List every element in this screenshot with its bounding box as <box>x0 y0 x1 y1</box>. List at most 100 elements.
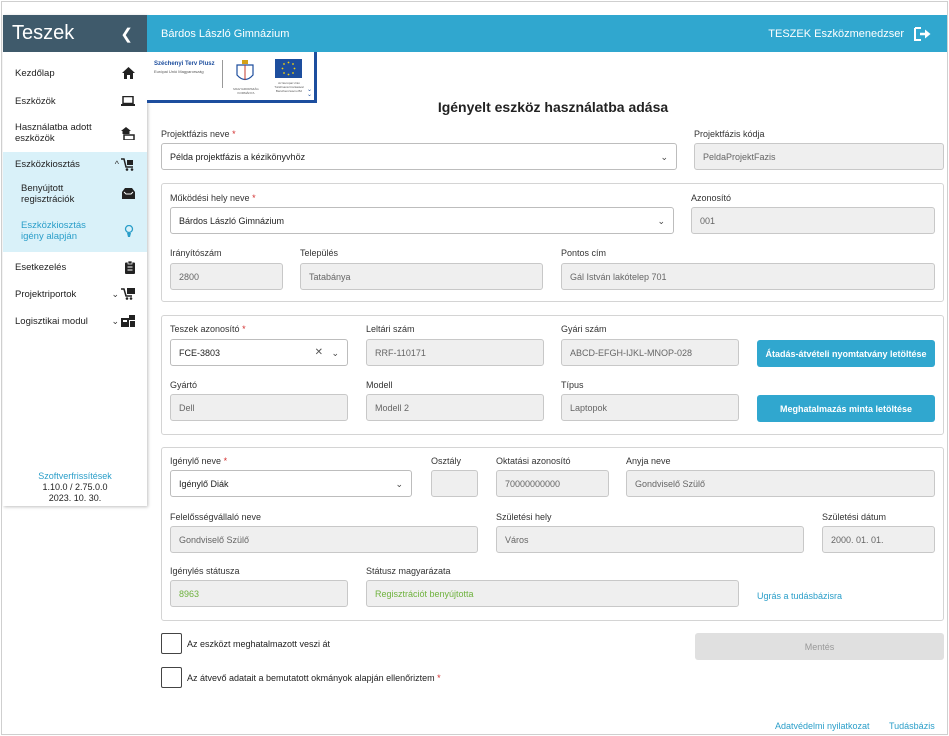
verified-checkbox[interactable] <box>161 667 182 688</box>
zip-label: Irányítószám <box>170 248 222 258</box>
birthdate-field: 2000. 01. 01. <box>822 526 935 553</box>
download-authorization-button[interactable]: Meghatalmazás minta letöltése <box>757 395 935 422</box>
sidebar-item-label: Használatba adott eszközök <box>15 122 92 144</box>
sidebar-item-eszkozkiosztas[interactable]: Eszközkiosztás ^ <box>3 152 147 177</box>
site-id-field: 001 <box>691 207 935 234</box>
type-value: Laptopok <box>570 402 608 413</box>
request-status-value: 8963 <box>179 588 200 599</box>
privacy-link[interactable]: Adatvédelmi nyilatkozat <box>775 721 870 731</box>
logistics-icon <box>121 315 135 327</box>
address-value: Gál István lakótelep 701 <box>570 271 667 282</box>
clear-icon[interactable]: ✕ <box>315 347 323 358</box>
sidebar-item-label: Projektriportok <box>15 288 77 300</box>
top-bar: Bárdos László Gimnázium TESZEK Eszközmen… <box>147 15 947 52</box>
guardian-field: Gondviselő Szülő <box>170 526 478 553</box>
maker-value: Dell <box>179 402 195 413</box>
page-title: Igényelt eszköz használatba adása <box>437 99 669 115</box>
site-name-select[interactable]: Bárdos László Gimnázium ⌄ <box>170 207 674 234</box>
version-text: 1.10.0 / 2.75.0.0 <box>42 482 108 492</box>
report-icon <box>121 288 135 300</box>
sidebar-item-hasznalatba-adott[interactable]: Használatba adott eszközök <box>3 120 147 146</box>
project-phase-value: Példa projektfázis a kézikönyvhöz <box>170 151 306 162</box>
sidebar-item-label: Esetkezelés <box>15 261 67 273</box>
project-code-label: Projektfázis kódja <box>694 129 765 139</box>
requester-name-select[interactable]: Igénylő Diák ⌄ <box>170 470 412 497</box>
edu-id-value: 70000000000 <box>505 478 561 489</box>
status-desc-label: Státusz magyarázata <box>366 566 451 576</box>
maker-label: Gyártó <box>170 380 198 390</box>
sidebar-item-logisztikai[interactable]: Logisztikai modul ⌄ <box>3 312 147 330</box>
app-window: Teszek ❮ Kezdőlap Eszközök Használatba a… <box>1 1 948 735</box>
city-field: Tatabánya <box>300 263 543 290</box>
software-updates-link[interactable]: Szoftverfrissítések <box>3 471 147 482</box>
guardian-label: Felelősségvállaló neve <box>170 512 262 522</box>
teszek-id-select[interactable]: FCE-3803 ✕ ⌄ <box>170 339 348 366</box>
status-desc-field: Regisztrációt benyújtotta <box>366 580 739 607</box>
inbox-icon <box>122 188 135 199</box>
szechenyi-logo-text: Széchenyi Terv Plusz <box>154 61 215 67</box>
birthdate-label: Születési dátum <box>822 512 887 522</box>
download-handover-form-button[interactable]: Átadás-átvételi nyomtatvány letöltése <box>757 340 935 367</box>
inventory-label: Leltári szám <box>366 324 415 334</box>
sidebar-item-label: Eszközkiosztás <box>15 159 80 170</box>
sidebar-header: Teszek ❮ <box>3 15 147 52</box>
model-label: Modell <box>366 380 393 390</box>
sidebar-item-kezdolap[interactable]: Kezdőlap <box>3 64 147 82</box>
laptop-icon <box>121 96 135 106</box>
home-icon <box>122 67 135 79</box>
sidebar-item-projektriportok[interactable]: Projektriportok ⌄ <box>3 285 147 303</box>
save-button[interactable]: Mentés <box>695 633 944 660</box>
sidebar-item-benyujtott[interactable]: Benyújtott regisztrációk <box>3 177 147 210</box>
szechenyi-logo-subtext: Európai Unió Magyarország <box>154 69 204 74</box>
type-field: Laptopok <box>561 394 739 421</box>
funding-banner: Széchenyi Terv Plusz Európai Unió Magyar… <box>147 52 317 103</box>
cart-icon <box>121 158 134 171</box>
proxy-checkbox[interactable] <box>161 633 182 654</box>
chevron-down-icon: ⌄ <box>111 288 119 299</box>
sidebar-item-label: Eszközök <box>15 95 56 107</box>
requester-name-value: Igénylő Diák <box>179 478 229 489</box>
serial-label: Gyári szám <box>561 324 607 334</box>
mother-name-field: Gondviselő Szülő <box>626 470 935 497</box>
chevron-down-icon: ⌄ <box>660 152 668 162</box>
chevron-down-icon: ⌄ <box>331 348 339 358</box>
chevron-left-icon[interactable]: ❮ <box>120 25 133 43</box>
sidebar-item-igeny-alapjan[interactable]: Eszközkiosztás igény alapján <box>3 210 147 252</box>
inventory-field: RRF-110171 <box>366 339 544 366</box>
project-phase-select[interactable]: Példa projektfázis a kézikönyvhöz ⌄ <box>161 143 677 170</box>
serial-value: ABCD-EFGH-IJKL-MNOP-028 <box>570 347 693 358</box>
sidebar-item-label: Kezdőlap <box>15 67 55 79</box>
project-code-field: PeldaProjektFazis <box>694 143 944 170</box>
sidebar-item-eszkozok[interactable]: Eszközök <box>3 92 147 110</box>
school-name: Bárdos László Gimnázium <box>161 27 290 40</box>
eu-flag-icon <box>275 59 302 78</box>
request-status-label: Igénylés státusza <box>170 566 240 576</box>
sidebar: Teszek ❮ Kezdőlap Eszközök Használatba a… <box>3 15 147 506</box>
crest-caption: MAGYARORSZÁG KORMÁNYA <box>233 87 259 95</box>
sidebar-item-label: Logisztikai modul <box>15 315 88 327</box>
logout-icon[interactable] <box>914 26 932 41</box>
release-date: 2023. 10. 30. <box>48 493 102 503</box>
sidebar-footer: Szoftverfrissítések 1.10.0 / 2.75.0.0 20… <box>3 471 147 504</box>
site-name-value: Bárdos László Gimnázium <box>179 215 285 226</box>
zip-field: 2800 <box>170 263 283 290</box>
address-field: Gál István lakótelep 701 <box>561 263 935 290</box>
clipboard-icon <box>125 260 135 274</box>
hungary-crest-icon <box>236 60 254 81</box>
sidebar-item-esetkezeles[interactable]: Esetkezelés <box>3 258 147 276</box>
birthplace-value: Város <box>505 534 529 545</box>
teszek-id-label: Teszek azonosító * <box>170 324 246 334</box>
szechenyi-logo: Széchenyi Terv Plusz Európai Unió Magyar… <box>154 61 215 76</box>
class-field <box>431 470 478 497</box>
banner-divider <box>222 60 223 88</box>
birthdate-value: 2000. 01. 01. <box>831 534 884 545</box>
maker-field: Dell <box>170 394 348 421</box>
birthplace-field: Város <box>496 526 804 553</box>
sidebar-item-label: Benyújtott regisztrációk <box>21 182 75 205</box>
model-value: Modell 2 <box>375 402 410 413</box>
knowledge-base-link[interactable]: Tudásbázis <box>889 721 935 731</box>
requester-name-label: Igénylő neve * <box>170 456 228 466</box>
knowledge-base-jump-link[interactable]: Ugrás a tudásbázisra <box>757 591 842 601</box>
edu-id-label: Oktatási azonosító <box>496 456 571 466</box>
chevron-down-icon: ⌄ <box>395 479 403 489</box>
